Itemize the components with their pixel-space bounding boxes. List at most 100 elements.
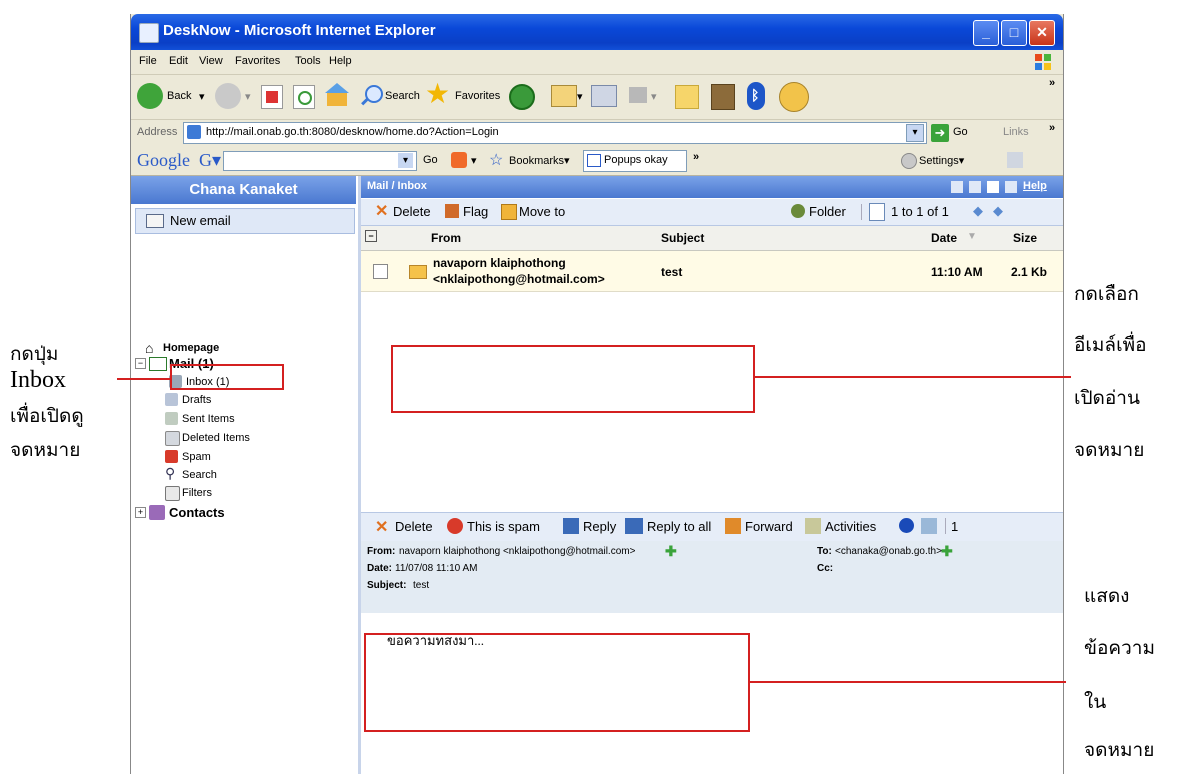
new-email-button[interactable]: New email xyxy=(135,208,355,234)
sidebar-item-filters[interactable]: Filters xyxy=(165,485,365,501)
layout-split-icon[interactable] xyxy=(969,181,981,193)
bookmarks-button[interactable]: Bookmarks▾ xyxy=(509,154,570,167)
back-button-label[interactable]: Back xyxy=(167,90,191,102)
delete-button[interactable]: Delete xyxy=(393,204,431,219)
go-arrow-icon[interactable]: ➜ xyxy=(931,124,949,142)
google-search-dropdown-icon[interactable]: ▾ xyxy=(398,153,413,168)
prev-page-icon[interactable]: ◆ xyxy=(973,203,983,219)
search-button-label[interactable]: Search xyxy=(385,90,420,102)
sidebar-item-search[interactable]: ⚲ Search xyxy=(165,465,365,483)
mail-icon[interactable] xyxy=(551,85,577,107)
menu-view[interactable]: View xyxy=(199,55,223,67)
bookmarks-star-icon[interactable]: ☆ xyxy=(489,150,503,170)
flag-button[interactable]: Flag xyxy=(463,204,488,219)
forward-icon[interactable] xyxy=(725,518,741,534)
menu-help[interactable]: Help xyxy=(329,55,352,67)
url-text[interactable]: http://mail.onab.go.th:8080/desknow/home… xyxy=(206,126,499,138)
settings-button[interactable]: Settings▾ xyxy=(919,154,964,167)
title-bar[interactable]: DeskNow - Microsoft Internet Explorer _ … xyxy=(131,14,1063,50)
delete-x-icon[interactable]: ✕ xyxy=(375,201,388,221)
reply-all-button[interactable]: Reply to all xyxy=(647,519,711,534)
forward-arrow-icon[interactable] xyxy=(215,83,241,109)
folder-button[interactable]: Folder xyxy=(809,204,846,219)
reply-icon[interactable] xyxy=(563,518,579,534)
menu-tools[interactable]: Tools xyxy=(295,55,321,67)
add-recipient-icon[interactable]: ✚ xyxy=(941,543,953,560)
edit-dropdown-icon[interactable]: ▾ xyxy=(651,90,657,103)
forward-dropdown-icon[interactable]: ▾ xyxy=(245,90,251,103)
popups-button[interactable]: Popups okay xyxy=(583,150,687,172)
home-icon[interactable] xyxy=(325,83,349,107)
info-icon[interactable] xyxy=(899,518,914,533)
table-row[interactable]: navaporn klaiphothong <nklaipothong@hotm… xyxy=(361,251,1063,292)
back-arrow-icon[interactable] xyxy=(137,83,163,109)
sort-desc-icon[interactable]: ▼ xyxy=(967,231,977,242)
extras-icon[interactable] xyxy=(1007,152,1023,168)
activities-icon[interactable] xyxy=(805,518,821,534)
notes-icon[interactable] xyxy=(675,85,699,109)
google-g-button[interactable]: G▾ xyxy=(199,150,221,171)
activities-button[interactable]: Activities xyxy=(825,519,876,534)
sidebar-item-sent[interactable]: Sent Items xyxy=(165,411,365,427)
history-icon[interactable] xyxy=(509,84,535,110)
sidebar-item-deleted[interactable]: Deleted Items xyxy=(165,430,365,446)
messenger-icon[interactable] xyxy=(779,82,809,112)
google-go-button[interactable]: Go xyxy=(423,154,438,166)
layout-full-icon[interactable] xyxy=(987,181,999,193)
search-icon[interactable] xyxy=(359,83,383,107)
links-more-chevron[interactable]: » xyxy=(1049,122,1055,134)
preview-delete-x-icon[interactable]: ✕ xyxy=(375,517,388,537)
googlebar-more-chevron[interactable]: » xyxy=(693,151,699,163)
toolbar-more-chevron[interactable]: » xyxy=(1049,77,1055,89)
expand-contacts-icon[interactable]: + xyxy=(135,507,146,518)
folder-gear-icon[interactable] xyxy=(791,204,805,218)
flag-icon[interactable] xyxy=(445,204,459,218)
pagerank-dropdown-icon[interactable]: ▾ xyxy=(471,154,477,167)
google-search-input[interactable]: ▾ xyxy=(223,151,417,171)
bluetooth-icon[interactable]: ᛒ xyxy=(747,82,765,110)
reply-all-icon[interactable] xyxy=(625,518,643,534)
url-dropdown-icon[interactable]: ▾ xyxy=(906,124,924,142)
help-icon[interactable] xyxy=(1005,181,1017,193)
menu-edit[interactable]: Edit xyxy=(169,55,188,67)
favorites-star-icon[interactable]: ★ xyxy=(425,79,450,109)
mark-spam-button[interactable]: This is spam xyxy=(467,519,540,534)
reply-button[interactable]: Reply xyxy=(583,519,616,534)
breadcrumb[interactable]: Mail / Inbox xyxy=(367,180,427,192)
edit-icon[interactable] xyxy=(629,87,647,103)
menu-favorites[interactable]: Favorites xyxy=(235,55,280,67)
move-to-button[interactable]: Move to xyxy=(519,204,565,219)
column-from[interactable]: From xyxy=(431,231,461,245)
research-icon[interactable] xyxy=(711,84,735,110)
preview-delete-button[interactable]: Delete xyxy=(395,519,433,534)
help-link[interactable]: Help xyxy=(1023,180,1047,192)
add-sender-icon[interactable]: ✚ xyxy=(665,543,677,560)
move-folder-icon[interactable] xyxy=(501,204,517,220)
print-icon[interactable] xyxy=(591,85,617,107)
forward-button[interactable]: Forward xyxy=(745,519,793,534)
layout-list-icon[interactable] xyxy=(951,181,963,193)
column-size[interactable]: Size xyxy=(1013,231,1037,245)
column-date[interactable]: Date xyxy=(931,231,957,245)
next-page-icon[interactable]: ◆ xyxy=(993,203,1003,219)
minimize-button[interactable]: _ xyxy=(973,20,999,46)
stop-icon[interactable] xyxy=(261,85,283,109)
collapse-mail-icon[interactable]: − xyxy=(135,358,146,369)
sidebar-item-spam[interactable]: Spam xyxy=(165,449,365,465)
spam-icon[interactable] xyxy=(447,518,463,534)
go-button-label[interactable]: Go xyxy=(953,126,968,138)
pagerank-icon[interactable] xyxy=(451,152,467,168)
back-dropdown-icon[interactable]: ▾ xyxy=(199,90,205,103)
links-label[interactable]: Links xyxy=(1003,126,1029,138)
menu-file[interactable]: File xyxy=(139,55,157,67)
row-checkbox[interactable] xyxy=(373,264,388,279)
url-input[interactable]: http://mail.onab.go.th:8080/desknow/home… xyxy=(183,122,927,144)
maximize-button[interactable]: □ xyxy=(1001,20,1027,46)
settings-gear-icon[interactable] xyxy=(901,153,917,169)
select-all-toggle[interactable]: − xyxy=(365,230,377,242)
mail-dropdown-icon[interactable]: ▾ xyxy=(577,90,583,103)
favorites-button-label[interactable]: Favorites xyxy=(455,90,500,102)
refresh-icon[interactable] xyxy=(293,85,315,109)
print-icon[interactable] xyxy=(921,518,937,534)
sidebar-item-drafts[interactable]: Drafts xyxy=(165,392,365,408)
